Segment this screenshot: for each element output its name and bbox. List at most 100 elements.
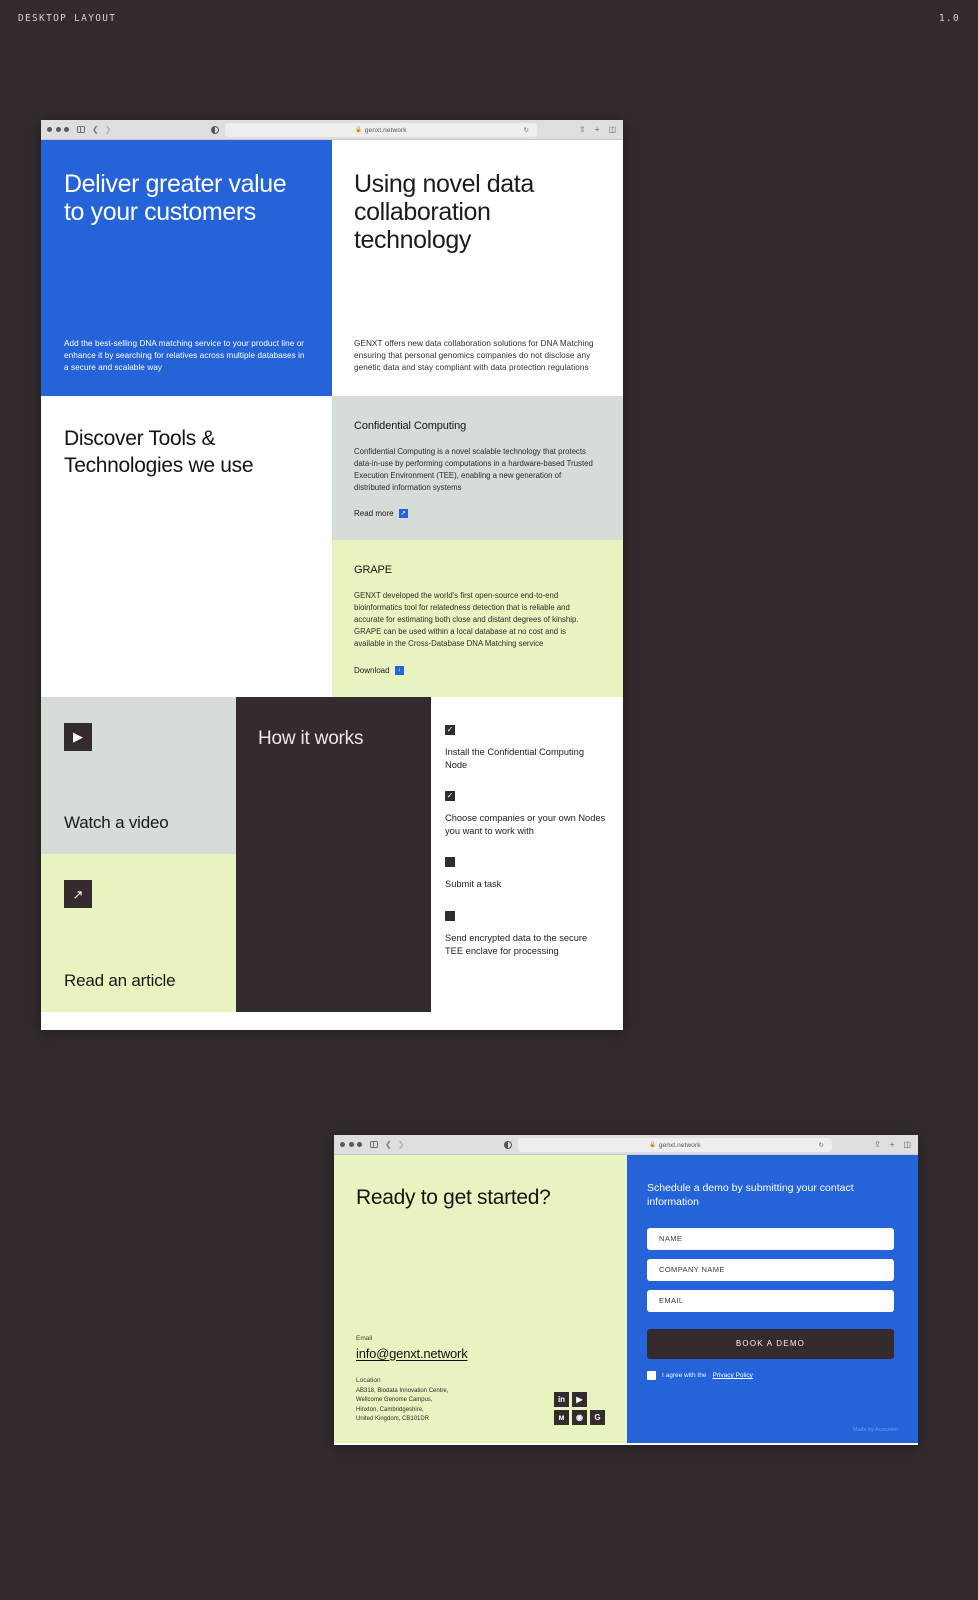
card-title: GRAPE (354, 564, 393, 577)
lock-icon: 🔒 (649, 1142, 657, 1148)
step-item: Submit a task (445, 857, 607, 891)
read-more-link[interactable]: Read more ↗ (354, 509, 597, 519)
hero-section: Deliver greater value to your customers … (41, 140, 623, 396)
hero-left-body: Add the best-selling DNA matching servic… (64, 338, 305, 372)
plus-icon[interactable]: + (890, 1140, 895, 1149)
email-field[interactable]: EMAIL (647, 1289, 894, 1312)
reload-icon[interactable]: ↻ (818, 1141, 824, 1149)
step-text: Install the Confidential Computing Node (445, 746, 585, 770)
card-grape: GRAPE GENXT developed the world's first … (332, 540, 623, 697)
chrome-actions: ⇪ + ◫ (579, 125, 616, 134)
forward-icon[interactable]: ❯ (398, 1140, 405, 1149)
browser-window-contact: ❮ ❯ 🔒 genxt.network ↻ ⇪ + ◫ Ready to get… (334, 1135, 918, 1445)
name-field[interactable]: NAME (647, 1227, 894, 1250)
card-body: GENXT developed the world's first open-s… (354, 591, 579, 648)
cta-watch-video[interactable]: ▶ Watch a video (41, 696, 236, 855)
privacy-consent-row: I agree with the Privacy Policy (647, 1370, 894, 1380)
tabs-icon[interactable]: ◫ (608, 125, 616, 134)
reload-icon[interactable]: ↻ (523, 126, 529, 134)
step-text: Send encrypted data to the secure TEE en… (445, 932, 588, 956)
checkbox-unchecked-icon[interactable] (445, 857, 455, 868)
credit-text: Made by Acousten (852, 1427, 898, 1433)
youtube-icon[interactable]: ▶ (572, 1392, 587, 1407)
contact-details: Email info@genxt.network Location AB318,… (356, 1335, 605, 1425)
tools-heading-panel: Discover Tools & Technologies we use (41, 396, 332, 697)
forward-icon[interactable]: ❯ (105, 125, 112, 134)
checkbox-checked-icon[interactable]: ✓ (445, 790, 455, 801)
tabs-icon[interactable]: ◫ (903, 1140, 911, 1149)
cta-read-article[interactable]: ↗ Read an article (41, 854, 236, 1012)
step-item: ✓ Choose companies or your own Nodes you… (445, 790, 607, 838)
back-icon[interactable]: ❮ (92, 125, 99, 134)
medium-icon[interactable]: м (554, 1410, 569, 1425)
email-field-placeholder: EMAIL (659, 1296, 684, 1306)
telegram-icon[interactable]: G (590, 1410, 605, 1425)
page-title: DESKTOP LAYOUT (18, 12, 117, 24)
url-bar[interactable]: 🔒 genxt.network ↻ (225, 123, 537, 137)
browser-window-main: ❮ ❯ 🔒 genxt.network ↻ ⇪ + ◫ Deliver grea… (41, 120, 623, 1030)
hero-left-heading: Deliver greater value to your customers (64, 170, 287, 226)
back-icon[interactable]: ❮ (385, 1140, 392, 1149)
demo-form-panel: Schedule a demo by submitting your conta… (627, 1155, 918, 1443)
book-demo-button[interactable]: BOOK A DEMO (647, 1328, 894, 1359)
url-text: genxt.network (658, 1141, 701, 1149)
sidebar-icon[interactable] (370, 1141, 378, 1148)
card-title: Confidential Computing (354, 420, 467, 432)
sidebar-icon[interactable] (77, 126, 85, 133)
email-link[interactable]: info@genxt.network (356, 1346, 468, 1361)
company-field-placeholder: COMPANY NAME (659, 1265, 725, 1275)
share-icon[interactable]: ⇪ (874, 1140, 881, 1149)
step-item: ✓ Install the Confidential Computing Nod… (445, 724, 607, 772)
tools-heading: Discover Tools & Technologies we use (64, 427, 254, 477)
step-text: Choose companies or your own Nodes you w… (445, 812, 606, 837)
arrow-up-right-icon: ↗ (398, 509, 408, 519)
tools-cards: Confidential Computing Confidential Comp… (332, 396, 623, 697)
location-block: Location AB318, Biodata Innovation Centr… (356, 1377, 448, 1425)
read-more-label: Read more (354, 509, 394, 519)
page-header: DESKTOP LAYOUT 1.0 (0, 0, 978, 36)
arrow-up-right-icon: ↗ (64, 880, 92, 909)
form-heading: Schedule a demo by submitting your conta… (647, 1182, 854, 1209)
company-field[interactable]: COMPANY NAME (647, 1258, 894, 1281)
hero-right-heading: Using novel data collaboration technolog… (354, 170, 534, 254)
checkbox-unchecked-icon[interactable] (445, 910, 455, 921)
cta-label: Watch a video (64, 813, 169, 833)
card-body: Confidential Computing is a novel scalab… (354, 447, 593, 492)
name-field-placeholder: NAME (659, 1234, 683, 1244)
download-link[interactable]: Download ↓ (354, 665, 597, 675)
empty-slot (590, 1392, 605, 1407)
tools-section: Discover Tools & Technologies we use Con… (41, 396, 623, 697)
contrast-icon[interactable] (504, 1140, 512, 1149)
contact-heading: Ready to get started? (356, 1186, 551, 1209)
cta-label: Read an article (64, 970, 176, 990)
contact-viewport: Ready to get started? Email info@genxt.n… (334, 1155, 918, 1443)
privacy-policy-link[interactable]: Privacy Policy (712, 1372, 752, 1379)
contrast-icon[interactable] (211, 125, 219, 134)
traffic-lights[interactable] (340, 1142, 362, 1147)
contact-info-panel: Ready to get started? Email info@genxt.n… (334, 1155, 627, 1443)
location-label: Location (356, 1376, 381, 1384)
linkedin-icon[interactable]: in (554, 1392, 569, 1407)
bottom-section: ▶ Watch a video ↗ Read an article How it… (41, 696, 623, 1012)
privacy-checkbox[interactable] (647, 1370, 656, 1380)
browser-chrome: ❮ ❯ 🔒 genxt.network ↻ ⇪ + ◫ (41, 120, 623, 140)
step-item: Send encrypted data to the secure TEE en… (445, 910, 607, 958)
address-text: AB318, Biodata Innovation Centre, Wellco… (356, 1387, 449, 1423)
email-label: Email (356, 1334, 373, 1342)
how-it-works-heading: How it works (258, 727, 364, 749)
traffic-lights[interactable] (47, 127, 69, 132)
github-icon[interactable]: ◉ (572, 1410, 587, 1425)
privacy-consent-text: I agree with the (662, 1371, 707, 1379)
url-bar[interactable]: 🔒 genxt.network ↻ (518, 1138, 832, 1152)
card-confidential-computing: Confidential Computing Confidential Comp… (332, 396, 623, 541)
share-icon[interactable]: ⇪ (579, 125, 586, 134)
url-text: genxt.network (364, 126, 407, 134)
browser-chrome: ❮ ❯ 🔒 genxt.network ↻ ⇪ + ◫ (334, 1135, 918, 1155)
checkbox-checked-icon[interactable]: ✓ (445, 724, 455, 735)
play-icon: ▶ (64, 722, 92, 751)
social-links: in ▶ м ◉ G (554, 1392, 605, 1425)
chrome-actions: ⇪ + ◫ (874, 1140, 911, 1149)
how-it-works-panel: How it works (236, 696, 431, 1012)
plus-icon[interactable]: + (595, 125, 600, 134)
step-text: Submit a task (445, 879, 502, 890)
